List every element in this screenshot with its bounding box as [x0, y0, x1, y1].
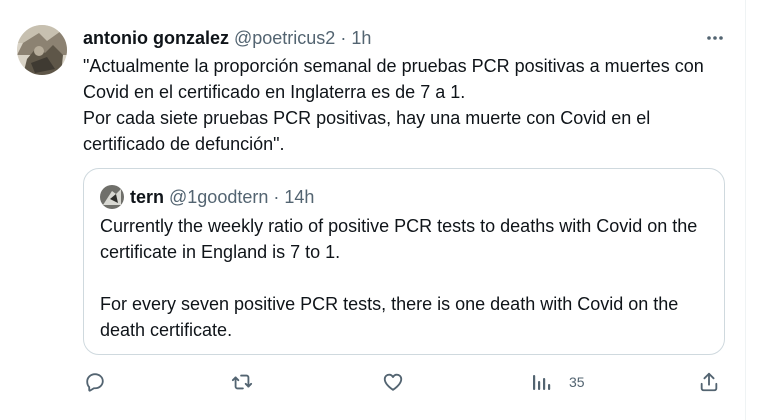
separator-dot: · [340, 27, 347, 48]
tweet-text: "Actualmente la proporción semanal de pr… [83, 53, 733, 157]
share-icon [700, 372, 718, 392]
tweet-text-line: Por cada siete pruebas PCR positivas, ha… [83, 108, 651, 154]
quoted-tweet[interactable]: tern @1goodtern · 14h Currently the week… [83, 168, 725, 355]
separator-dot: · [273, 186, 280, 207]
more-button[interactable] [700, 26, 730, 50]
views-button[interactable]: 35 [531, 370, 585, 394]
quote-time[interactable]: 14h [284, 187, 314, 208]
quote-avatar[interactable] [100, 185, 124, 209]
heart-icon [383, 373, 403, 391]
tweet[interactable]: antonio gonzalez @poetricus2 · 1h "Actua… [0, 0, 746, 420]
share-button[interactable] [698, 370, 720, 394]
quote-avatar-image [100, 185, 124, 209]
views-count: 35 [569, 374, 585, 390]
author-name[interactable]: antonio gonzalez [83, 28, 229, 49]
quote-header: tern @1goodtern · 14h [100, 185, 314, 209]
retweet-icon [231, 374, 253, 390]
quote-paragraph: Currently the weekly ratio of positive P… [100, 216, 698, 262]
like-button[interactable] [382, 370, 404, 394]
more-icon [707, 36, 723, 40]
retweet-button[interactable] [231, 370, 253, 394]
tweet-header: antonio gonzalez @poetricus2 · 1h [83, 26, 371, 50]
quote-paragraph: For every seven positive PCR tests, ther… [100, 294, 679, 340]
views-icon [533, 375, 551, 390]
avatar[interactable] [17, 25, 67, 75]
reply-icon [86, 373, 104, 392]
avatar-image [17, 25, 67, 75]
quote-text: Currently the weekly ratio of positive P… [100, 213, 715, 343]
quote-author-handle[interactable]: @1goodtern [169, 187, 268, 208]
quote-author-name[interactable]: tern [130, 187, 164, 208]
reply-button[interactable] [84, 370, 106, 394]
tweet-time[interactable]: 1h [351, 28, 371, 49]
author-handle[interactable]: @poetricus2 [234, 28, 335, 49]
tweet-text-line: "Actualmente la proporción semanal de pr… [83, 56, 704, 102]
